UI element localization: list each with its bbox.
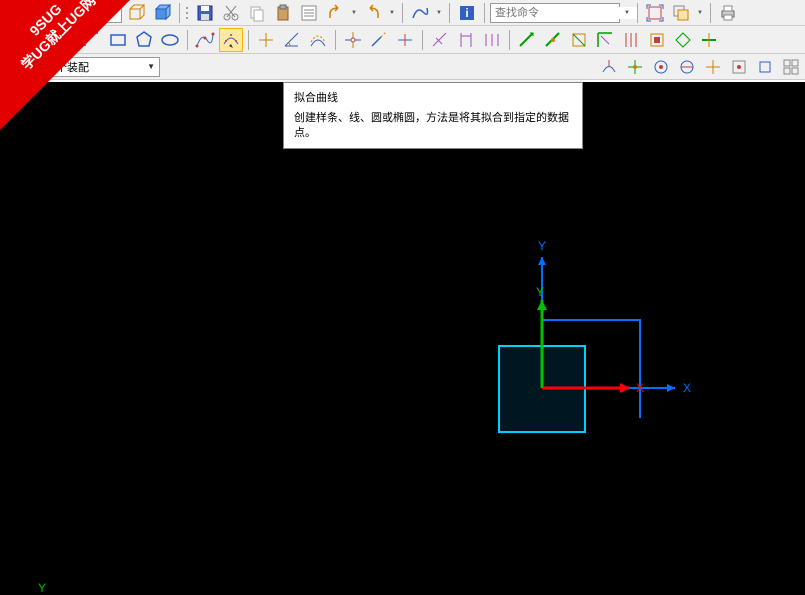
- search-input[interactable]: [495, 7, 637, 19]
- cube-solid-button[interactable]: [150, 1, 174, 25]
- snap-button-6[interactable]: [727, 55, 751, 79]
- dim-button-2[interactable]: [454, 28, 478, 52]
- grip-icon: [185, 4, 191, 22]
- wcs-x-label: X: [636, 381, 644, 395]
- tooltip-title: 拟合曲线: [294, 89, 572, 105]
- edge-button-5[interactable]: [619, 28, 643, 52]
- copy-button[interactable]: [245, 1, 269, 25]
- trim-button[interactable]: [341, 28, 365, 52]
- fit-curve-button[interactable]: [219, 28, 243, 52]
- spline-points-button[interactable]: [193, 28, 217, 52]
- edge-button-7[interactable]: [671, 28, 695, 52]
- search-dropdown[interactable]: ▼: [622, 1, 632, 25]
- edge-button-4[interactable]: [593, 28, 617, 52]
- redo-button[interactable]: [361, 1, 385, 25]
- tooltip-description: 创建样条、线、圆或椭圆，方法是将其拟合到指定的数据点。: [294, 111, 572, 142]
- snap-button-7[interactable]: [753, 55, 777, 79]
- point-button[interactable]: [254, 28, 278, 52]
- zoom-dropdown[interactable]: ▼: [695, 1, 705, 25]
- offset-curve-button[interactable]: [306, 28, 330, 52]
- wcs-y-label: Y: [536, 285, 544, 299]
- svg-text:i: i: [465, 6, 468, 20]
- paste-button[interactable]: [271, 1, 295, 25]
- curve-tool-button[interactable]: [408, 1, 432, 25]
- csys-x-arrow: [667, 384, 675, 392]
- snap-button-1[interactable]: [597, 55, 621, 79]
- edge-button-8[interactable]: [697, 28, 721, 52]
- ellipse-button[interactable]: [158, 28, 182, 52]
- undo-dropdown[interactable]: ▼: [349, 1, 359, 25]
- save-button[interactable]: [193, 1, 217, 25]
- chevron-down-icon[interactable]: ▼: [147, 62, 155, 71]
- dim-button-1[interactable]: [428, 28, 452, 52]
- snap-button-2[interactable]: [623, 55, 647, 79]
- fit-view-button[interactable]: [643, 1, 667, 25]
- command-search[interactable]: [490, 3, 620, 23]
- polygon-button[interactable]: [132, 28, 156, 52]
- snap-button-4[interactable]: [675, 55, 699, 79]
- extend-button[interactable]: [367, 28, 391, 52]
- split-button[interactable]: [393, 28, 417, 52]
- undo-button[interactable]: [323, 1, 347, 25]
- viewport-3d[interactable]: X Y X Y Y: [0, 82, 805, 595]
- legend-y-label: Y: [38, 581, 46, 595]
- csys-y-arrow: [538, 257, 546, 265]
- snap-button-3[interactable]: [649, 55, 673, 79]
- csys-y-label: Y: [538, 239, 546, 253]
- print-button[interactable]: [716, 1, 740, 25]
- properties-button[interactable]: [297, 1, 321, 25]
- edge-button-1[interactable]: [515, 28, 539, 52]
- viewport-canvas: X Y X Y Y: [0, 82, 805, 595]
- zoom-region-button[interactable]: [669, 1, 693, 25]
- wcs-y-arrow: [537, 300, 547, 310]
- wcs-x-arrow: [620, 383, 630, 393]
- tooltip-popup: 拟合曲线 创建样条、线、圆或椭圆，方法是将其拟合到指定的数据点。: [283, 82, 583, 149]
- edge-button-2[interactable]: [541, 28, 565, 52]
- edge-button-6[interactable]: [645, 28, 669, 52]
- snap-button-5[interactable]: [701, 55, 725, 79]
- cut-button[interactable]: [219, 1, 243, 25]
- info-button[interactable]: i: [455, 1, 479, 25]
- redo-dropdown[interactable]: ▼: [387, 1, 397, 25]
- dim-button-3[interactable]: [480, 28, 504, 52]
- snap-button-8[interactable]: [779, 55, 803, 79]
- curve-dropdown[interactable]: ▼: [434, 1, 444, 25]
- csys-x-label: X: [683, 381, 691, 395]
- edge-button-3[interactable]: [567, 28, 591, 52]
- angle-line-button[interactable]: [280, 28, 304, 52]
